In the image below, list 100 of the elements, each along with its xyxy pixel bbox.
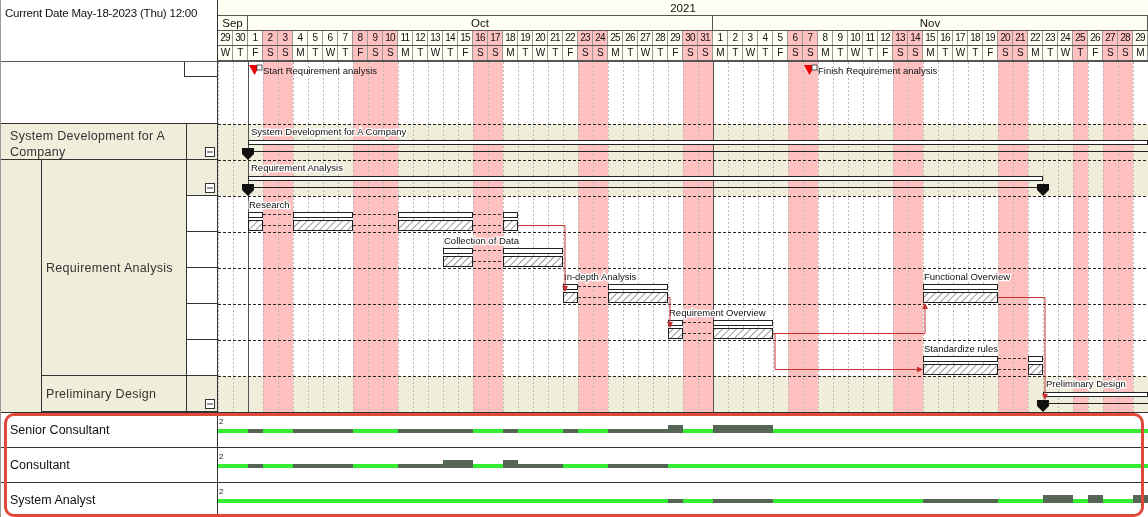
date-cell: 4 [293,31,308,45]
date-cell: 10 [848,31,863,45]
date-cell: 25 [608,31,623,45]
date-cell: 14 [908,31,923,45]
actual-bar[interactable] [503,220,518,231]
date-cell: 17 [953,31,968,45]
date-cell: 29 [218,31,233,45]
actual-bar[interactable] [293,220,353,231]
weekday-cell: S [278,46,293,60]
bar-label: Functional Overview [924,271,1011,282]
bar-label: In-depth Analysis [564,271,637,282]
planned-bar[interactable] [443,248,473,254]
actual-bar[interactable] [608,292,668,303]
date-cell: 19 [518,31,533,45]
planned-bar[interactable] [923,284,998,290]
milestone-label: Finish Requirement analysis [818,65,938,76]
weekday-cell: T [938,46,953,60]
weekday-cell: S [1103,46,1118,60]
weekday-cell: M [293,46,308,60]
date-cell: 28 [653,31,668,45]
weekday-cell: S [473,46,488,60]
weekday-cell: T [308,46,323,60]
actual-bar[interactable] [563,292,578,303]
date-cell: 29 [1133,31,1148,45]
planned-bar[interactable] [608,284,668,290]
date-cell: 6 [788,31,803,45]
weekday-cell: W [743,46,758,60]
planned-bar[interactable] [923,356,998,362]
weekday-cell: M [503,46,518,60]
date-cell: 21 [1013,31,1028,45]
actual-bar[interactable] [1028,364,1043,375]
outline-label[interactable]: System Development for A Company [1,124,186,160]
weekday-cell: T [548,46,563,60]
bar-label: Standardize rules [924,343,998,354]
actual-bar[interactable] [503,256,563,267]
weekday-cell: S [263,46,278,60]
collapse-icon[interactable] [205,147,215,157]
weekday-cell: S [578,46,593,60]
date-cell: 13 [893,31,908,45]
current-date: Current Date May-18-2023 (Thu) 12:00 [5,7,198,19]
summary-bar[interactable] [248,176,1043,181]
date-cell: 20 [533,31,548,45]
actual-bar[interactable] [443,256,473,267]
weekday-cell: W [848,46,863,60]
planned-bar[interactable] [248,212,263,218]
actual-bar[interactable] [923,364,998,375]
date-cell: 25 [1073,31,1088,45]
actual-bar[interactable] [248,220,263,231]
date-cell: 18 [503,31,518,45]
actual-bar[interactable] [398,220,473,231]
planned-bar[interactable] [293,212,353,218]
date-cell: 11 [398,31,413,45]
bar-label: Research [249,199,290,210]
weekday-cell: T [758,46,773,60]
date-cell: 12 [413,31,428,45]
summary-bar[interactable] [248,140,1148,145]
weekday-cell: M [818,46,833,60]
summary-bar[interactable] [1043,392,1148,397]
planned-bar[interactable] [398,212,473,218]
month-header: Sep [218,16,248,30]
weekday-cell: M [713,46,728,60]
summary-start-marker [1037,400,1049,412]
weekday-cell: T [233,46,248,60]
weekday-cell: W [638,46,653,60]
planned-bar[interactable] [668,320,683,326]
scale-label: 2 [219,452,224,461]
weekday-cell: T [833,46,848,60]
outline-label[interactable]: Requirement Analysis [41,160,186,376]
date-cell: 2 [728,31,743,45]
weekday-cell: T [653,46,668,60]
weekday-cell: F [353,46,368,60]
outline-label[interactable]: Preliminary Design [41,376,186,412]
weekday-cell: S [893,46,908,60]
collapse-icon[interactable] [205,183,215,193]
date-cell: 28 [1118,31,1133,45]
planned-bar[interactable] [1028,356,1043,362]
date-cell: 3 [278,31,293,45]
actual-bar[interactable] [713,328,773,339]
note-icon [811,64,818,71]
planned-bar[interactable] [713,320,773,326]
date-cell: 7 [803,31,818,45]
date-cell: 1 [713,31,728,45]
weekday-cell: T [443,46,458,60]
date-cell: 4 [758,31,773,45]
planned-bar[interactable] [503,212,518,218]
date-cell: 31 [698,31,713,45]
planned-bar[interactable] [503,248,563,254]
actual-bar[interactable] [923,292,998,303]
collapse-icon[interactable] [205,399,215,409]
date-cell: 23 [1043,31,1058,45]
weekday-cell: W [218,46,233,60]
planned-bar[interactable] [563,284,578,290]
date-cell: 23 [578,31,593,45]
actual-bar[interactable] [668,328,683,339]
weekday-cell: S [488,46,503,60]
date-cell: 15 [923,31,938,45]
date-cell: 16 [938,31,953,45]
date-cell: 8 [818,31,833,45]
weekday-cell: S [788,46,803,60]
date-cell: 5 [308,31,323,45]
